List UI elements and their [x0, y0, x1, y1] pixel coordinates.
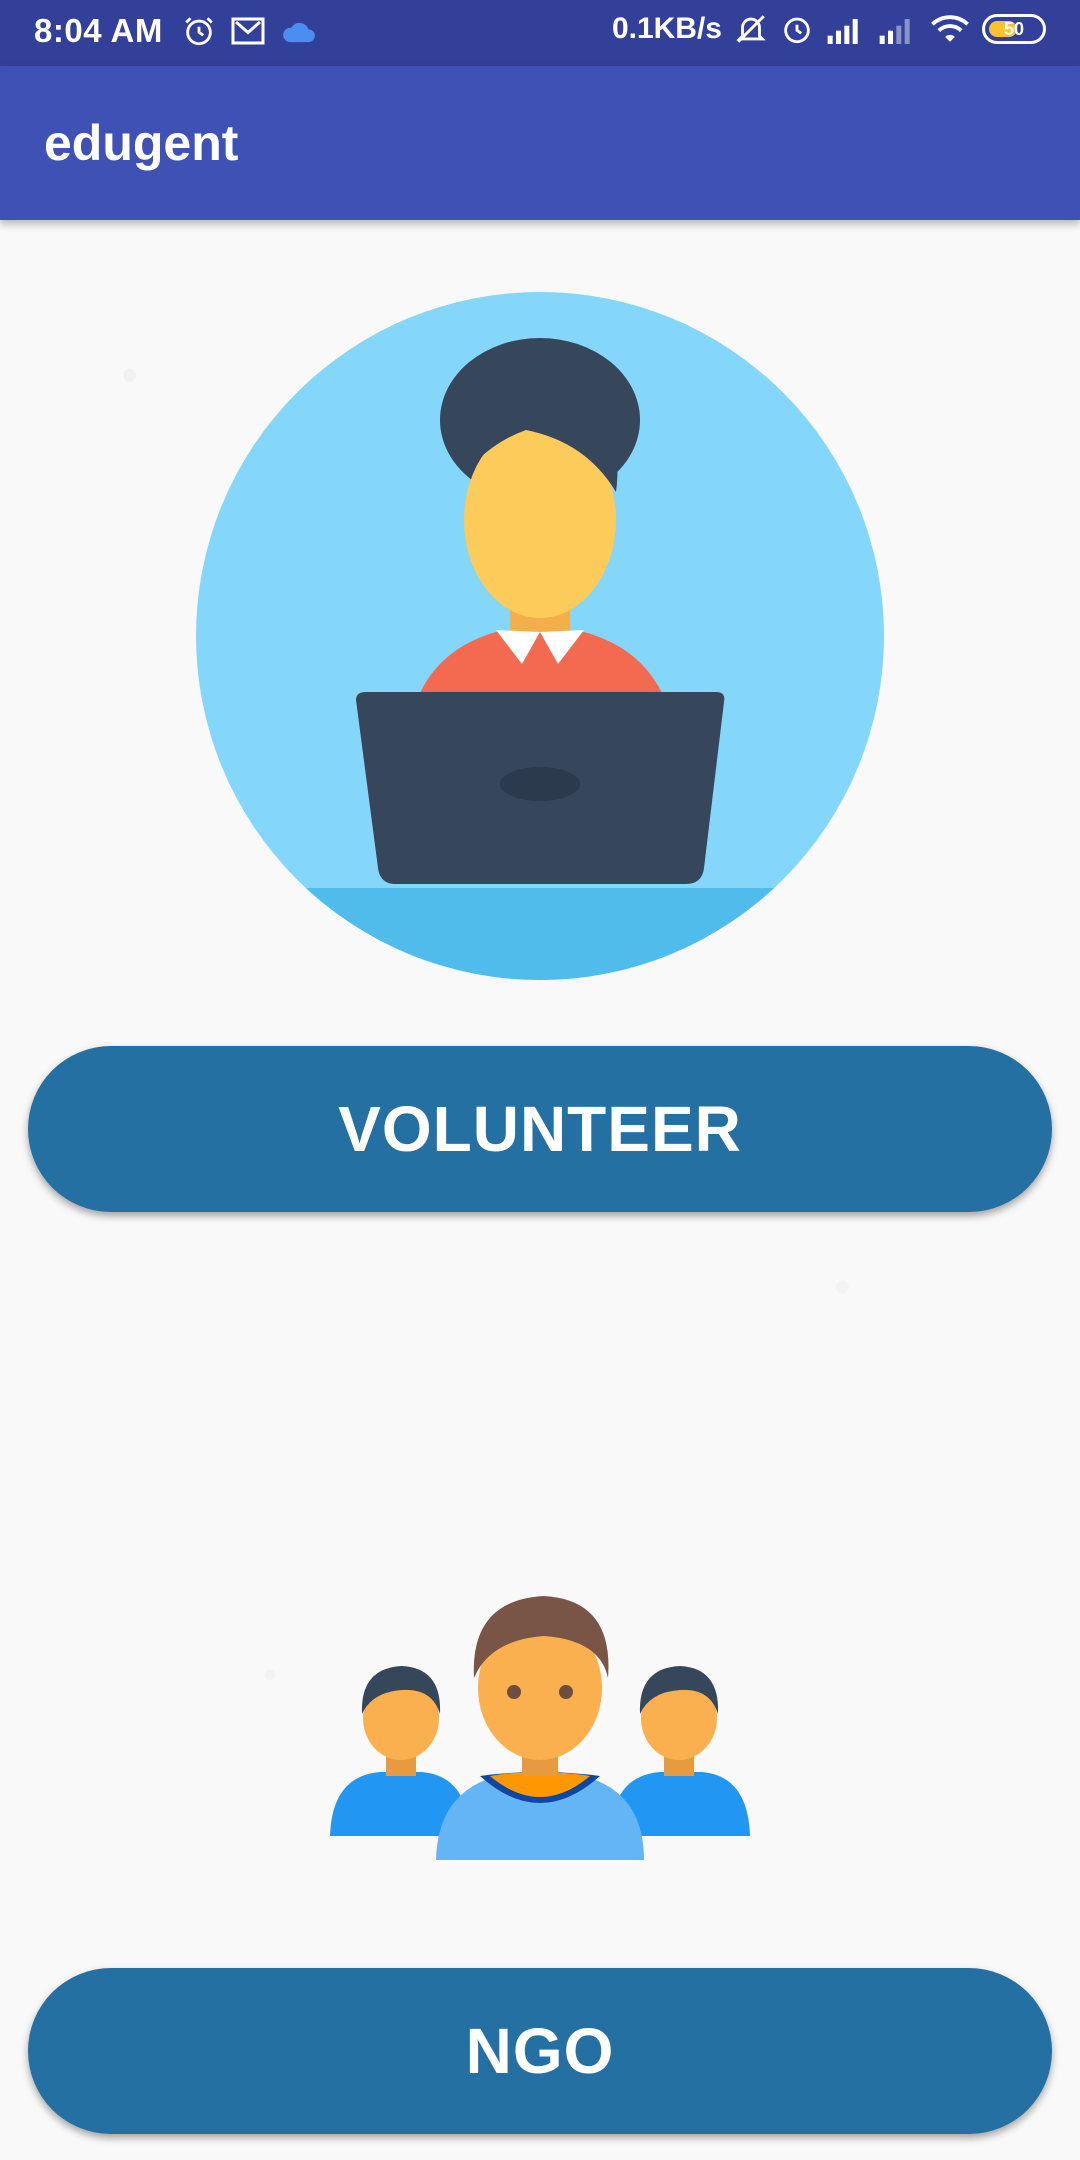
battery-icon: 50: [982, 14, 1046, 44]
signal-icon: [827, 19, 858, 44]
ngo-button[interactable]: NGO: [28, 1968, 1052, 2134]
status-left-icons: [182, 14, 318, 48]
status-time: 8:04 AM: [34, 12, 163, 49]
status-bar: 8:04 AM 0.1KB/s 50: [0, 0, 1080, 66]
signal-icon: [879, 19, 910, 44]
status-right-icons: 0.1KB/s 50: [612, 12, 1046, 46]
volunteer-button[interactable]: VOLUNTEER: [28, 1046, 1052, 1212]
app-title: edugent: [44, 115, 239, 171]
network-speed: 0.1KB/s: [611, 12, 722, 45]
cloud-icon: [283, 22, 315, 43]
alarm-icon: [784, 17, 810, 44]
wifi-icon: [931, 15, 969, 42]
app-bar: edugent: [0, 66, 1080, 220]
alarm-icon: [185, 17, 213, 46]
volunteer-illustration: [196, 292, 884, 980]
battery-level: 50: [1003, 19, 1025, 39]
ngo-illustration: [330, 1596, 750, 1860]
mail-icon: [231, 17, 265, 45]
main-content: VOLUNTEER NGO: [0, 220, 1080, 2160]
mute-icon: [736, 15, 766, 43]
